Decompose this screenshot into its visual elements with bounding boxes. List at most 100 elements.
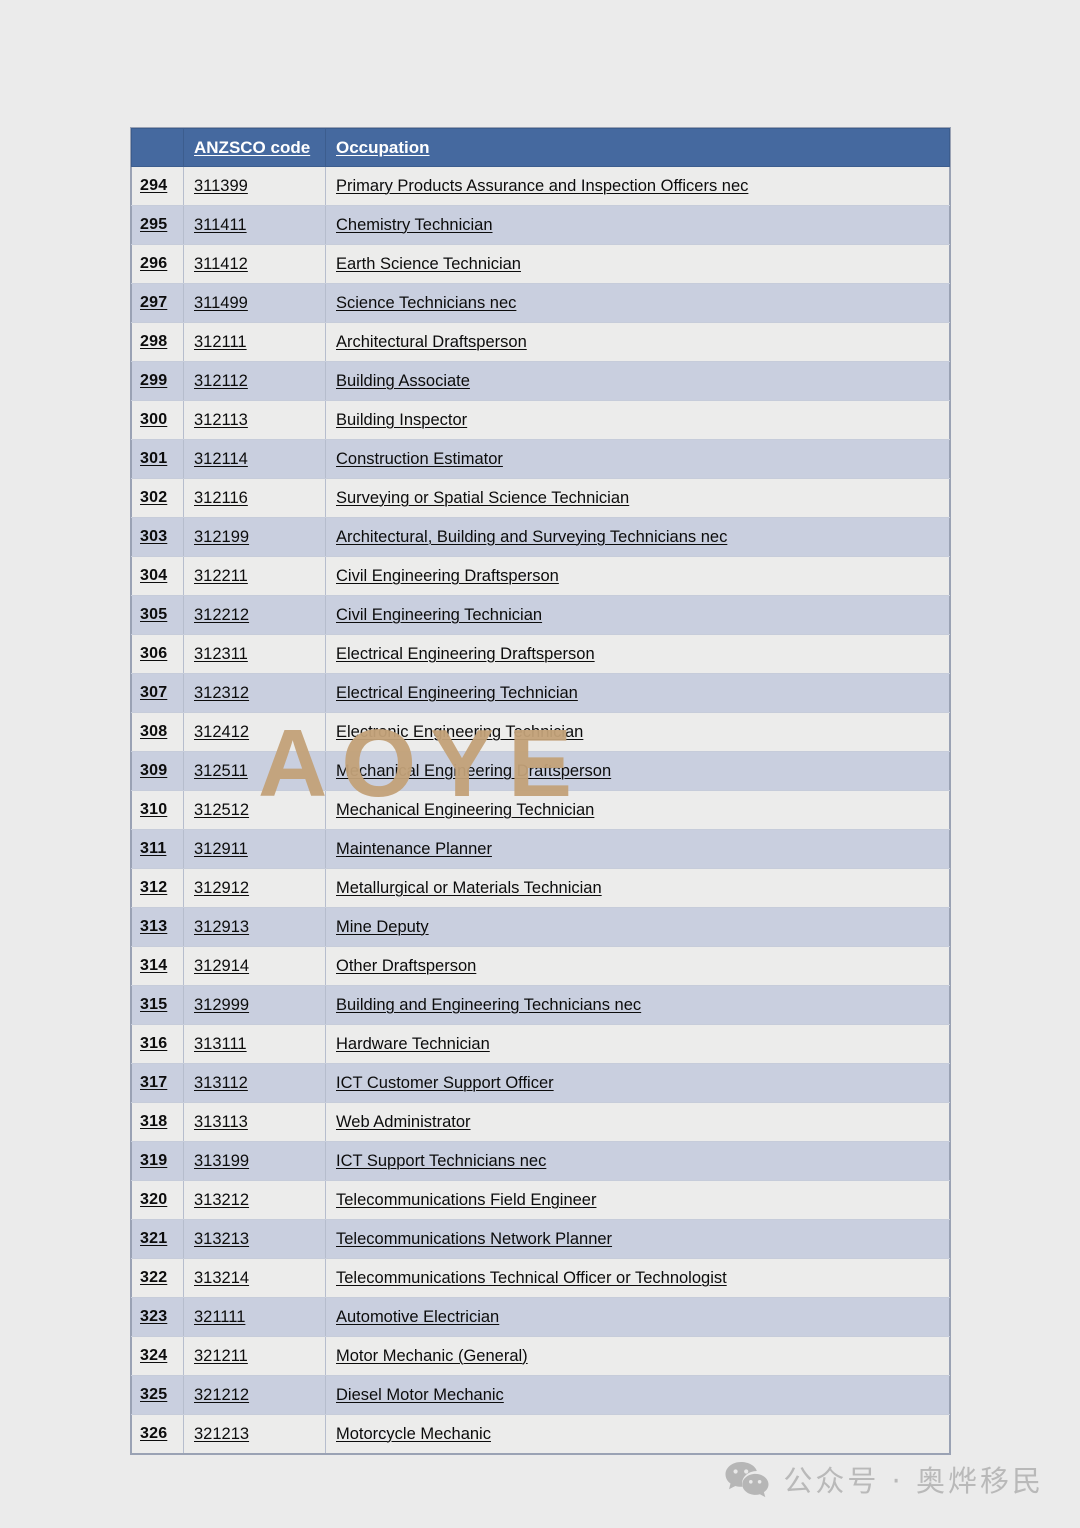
anzsco-code-link[interactable]: 313112 <box>194 1074 248 1092</box>
anzsco-code-link[interactable]: 313199 <box>194 1152 249 1170</box>
occupation-cell[interactable]: Electrical Engineering Technician <box>325 673 950 713</box>
anzsco-code-link[interactable]: 311399 <box>194 177 248 195</box>
occupation-cell[interactable]: Metallurgical or Materials Technician <box>325 868 950 908</box>
anzsco-code-link[interactable]: 312912 <box>194 879 249 897</box>
anzsco-code-cell[interactable]: 311411 <box>183 205 326 245</box>
occupation-link[interactable]: Electrical Engineering Draftsperson <box>336 645 595 663</box>
occupation-cell[interactable]: Electrical Engineering Draftsperson <box>325 634 950 674</box>
occupation-link[interactable]: Building and Engineering Technicians nec <box>336 996 641 1014</box>
anzsco-code-link[interactable]: 312999 <box>194 996 249 1014</box>
occupation-cell[interactable]: ICT Customer Support Officer <box>325 1063 950 1103</box>
occupation-cell[interactable]: Construction Estimator <box>325 439 950 479</box>
occupation-link[interactable]: Architectural, Building and Surveying Te… <box>336 528 727 546</box>
occupation-link[interactable]: Hardware Technician <box>336 1035 490 1053</box>
occupation-cell[interactable]: Building and Engineering Technicians nec <box>325 985 950 1025</box>
anzsco-code-link[interactable]: 313212 <box>194 1191 249 1209</box>
anzsco-code-cell[interactable]: 312511 <box>183 751 326 791</box>
anzsco-code-cell[interactable]: 321213 <box>183 1414 326 1454</box>
anzsco-code-cell[interactable]: 312914 <box>183 946 326 986</box>
anzsco-code-link[interactable]: 321212 <box>194 1386 249 1404</box>
occupation-cell[interactable]: Civil Engineering Draftsperson <box>325 556 950 596</box>
anzsco-code-cell[interactable]: 311399 <box>183 166 326 206</box>
occupation-link[interactable]: Building Inspector <box>336 411 467 429</box>
occupation-link[interactable]: Telecommunications Field Engineer <box>336 1191 596 1209</box>
anzsco-code-cell[interactable]: 313112 <box>183 1063 326 1103</box>
occupation-link[interactable]: Chemistry Technician <box>336 216 493 234</box>
anzsco-code-link[interactable]: 312511 <box>194 762 248 780</box>
occupation-cell[interactable]: Automotive Electrician <box>325 1297 950 1337</box>
anzsco-code-link[interactable]: 313113 <box>194 1113 248 1131</box>
anzsco-code-cell[interactable]: 311499 <box>183 283 326 323</box>
occupation-link[interactable]: Diesel Motor Mechanic <box>336 1386 504 1404</box>
anzsco-code-link[interactable]: 313213 <box>194 1230 249 1248</box>
occupation-cell[interactable]: Earth Science Technician <box>325 244 950 284</box>
anzsco-code-link[interactable]: 312311 <box>194 645 248 663</box>
occupation-link[interactable]: Surveying or Spatial Science Technician <box>336 489 629 507</box>
anzsco-code-link[interactable]: 313111 <box>194 1035 247 1053</box>
anzsco-code-cell[interactable]: 312113 <box>183 400 326 440</box>
anzsco-code-cell[interactable]: 312212 <box>183 595 326 635</box>
anzsco-code-link[interactable]: 321211 <box>194 1347 248 1365</box>
anzsco-code-cell[interactable]: 313199 <box>183 1141 326 1181</box>
anzsco-code-cell[interactable]: 312116 <box>183 478 326 518</box>
occupation-link[interactable]: Architectural Draftsperson <box>336 333 527 351</box>
occupation-cell[interactable]: Surveying or Spatial Science Technician <box>325 478 950 518</box>
occupation-link[interactable]: Automotive Electrician <box>336 1308 499 1326</box>
anzsco-code-link[interactable]: 312211 <box>194 567 248 585</box>
occupation-link[interactable]: Mine Deputy <box>336 918 429 936</box>
occupation-link[interactable]: Motor Mechanic (General) <box>336 1347 528 1365</box>
occupation-link[interactable]: Telecommunications Technical Officer or … <box>336 1269 727 1287</box>
anzsco-code-link[interactable]: 312914 <box>194 957 249 975</box>
anzsco-code-cell[interactable]: 311412 <box>183 244 326 284</box>
occupation-link[interactable]: Primary Products Assurance and Inspectio… <box>336 177 748 195</box>
anzsco-code-cell[interactable]: 312913 <box>183 907 326 947</box>
anzsco-code-cell[interactable]: 313111 <box>183 1024 326 1064</box>
occupation-cell[interactable]: Motorcycle Mechanic <box>325 1414 950 1454</box>
occupation-link[interactable]: Science Technicians nec <box>336 294 516 312</box>
anzsco-code-link[interactable]: 311499 <box>194 294 248 312</box>
anzsco-code-link[interactable]: 312114 <box>194 450 248 468</box>
anzsco-code-link[interactable]: 312911 <box>194 840 248 858</box>
occupation-cell[interactable]: Hardware Technician <box>325 1024 950 1064</box>
anzsco-code-link[interactable]: 312212 <box>194 606 249 624</box>
anzsco-code-cell[interactable]: 312114 <box>183 439 326 479</box>
occupation-cell[interactable]: Science Technicians nec <box>325 283 950 323</box>
occupation-cell[interactable]: Maintenance Planner <box>325 829 950 869</box>
occupation-cell[interactable]: Mechanical Engineering Technician <box>325 790 950 830</box>
occupation-link[interactable]: Electrical Engineering Technician <box>336 684 578 702</box>
anzsco-code-link[interactable]: 313214 <box>194 1269 249 1287</box>
anzsco-code-link[interactable]: 321213 <box>194 1425 249 1443</box>
anzsco-code-link[interactable]: 312913 <box>194 918 249 936</box>
occupation-cell[interactable]: Architectural, Building and Surveying Te… <box>325 517 950 557</box>
occupation-cell[interactable]: Civil Engineering Technician <box>325 595 950 635</box>
anzsco-code-link[interactable]: 312113 <box>194 411 248 429</box>
anzsco-code-cell[interactable]: 321211 <box>183 1336 326 1376</box>
occupation-link[interactable]: Civil Engineering Technician <box>336 606 542 624</box>
anzsco-code-cell[interactable]: 312211 <box>183 556 326 596</box>
occupation-cell[interactable]: Telecommunications Technical Officer or … <box>325 1258 950 1298</box>
anzsco-code-cell[interactable]: 313113 <box>183 1102 326 1142</box>
occupation-link[interactable]: Building Associate <box>336 372 470 390</box>
occupation-cell[interactable]: Primary Products Assurance and Inspectio… <box>325 166 950 206</box>
anzsco-code-cell[interactable]: 312199 <box>183 517 326 557</box>
occupation-link[interactable]: Telecommunications Network Planner <box>336 1230 612 1248</box>
anzsco-code-cell[interactable]: 313212 <box>183 1180 326 1220</box>
occupation-link[interactable]: Motorcycle Mechanic <box>336 1425 491 1443</box>
anzsco-code-link[interactable]: 312512 <box>194 801 249 819</box>
occupation-cell[interactable]: Chemistry Technician <box>325 205 950 245</box>
anzsco-code-cell[interactable]: 313213 <box>183 1219 326 1259</box>
occupation-cell[interactable]: Building Associate <box>325 361 950 401</box>
anzsco-code-link[interactable]: 312112 <box>194 372 248 390</box>
occupation-link[interactable]: Electronic Engineering Technician <box>336 723 583 741</box>
anzsco-code-link[interactable]: 311412 <box>194 255 248 273</box>
occupation-cell[interactable]: Architectural Draftsperson <box>325 322 950 362</box>
anzsco-code-cell[interactable]: 312311 <box>183 634 326 674</box>
occupation-cell[interactable]: Web Administrator <box>325 1102 950 1142</box>
anzsco-code-cell[interactable]: 312999 <box>183 985 326 1025</box>
occupation-cell[interactable]: Other Draftsperson <box>325 946 950 986</box>
occupation-link[interactable]: Construction Estimator <box>336 450 503 468</box>
anzsco-code-link[interactable]: 312116 <box>194 489 248 507</box>
occupation-link[interactable]: Web Administrator <box>336 1113 471 1131</box>
anzsco-code-link[interactable]: 312199 <box>194 528 249 546</box>
occupation-link[interactable]: Civil Engineering Draftsperson <box>336 567 559 585</box>
